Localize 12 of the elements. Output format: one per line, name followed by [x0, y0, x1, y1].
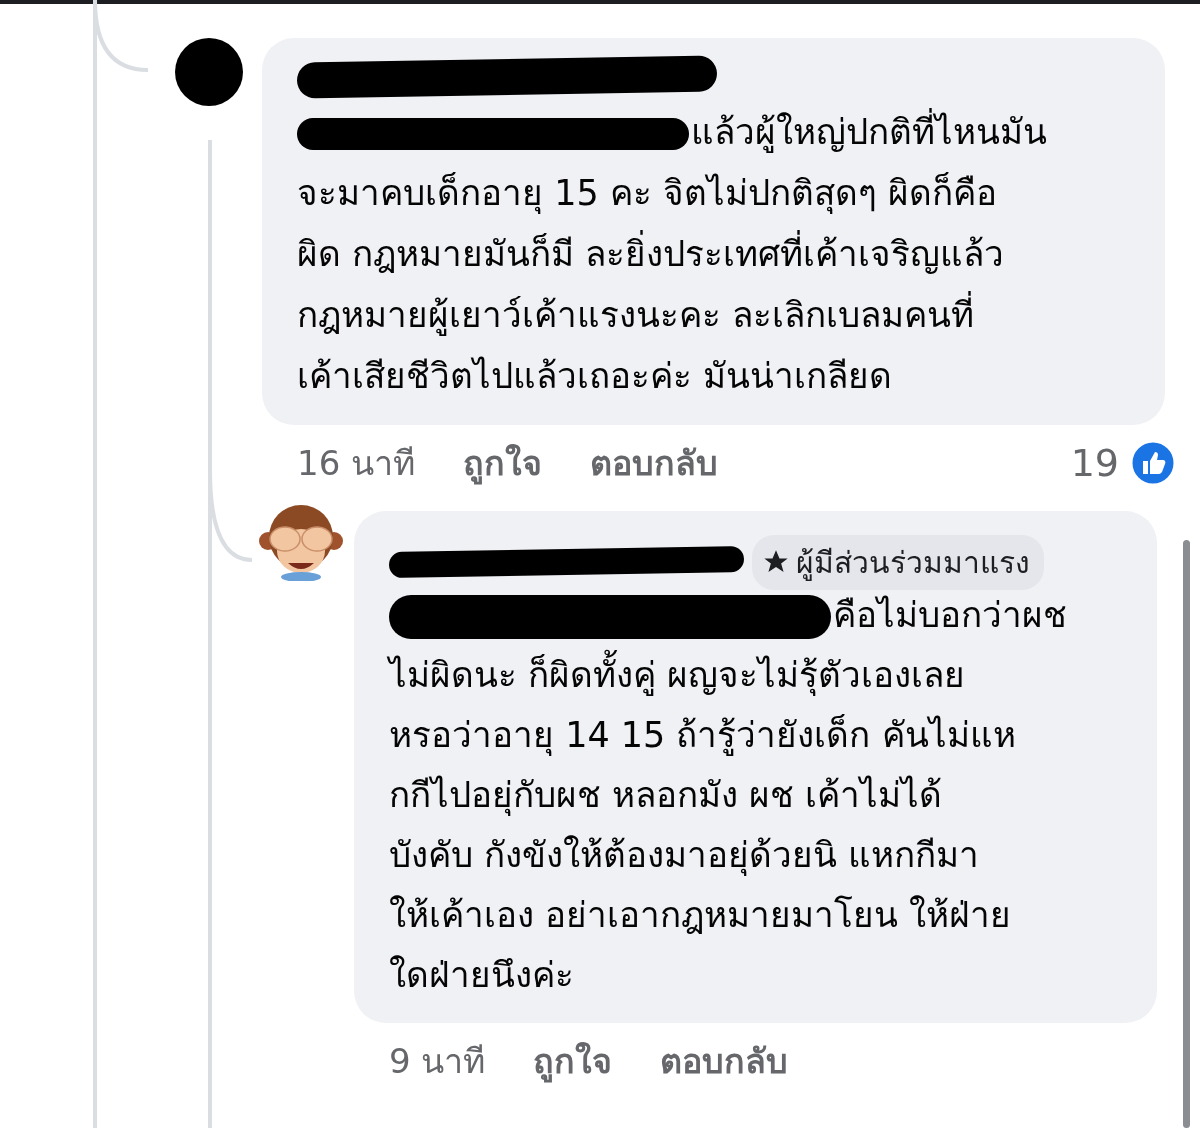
timestamp: 9 นาที	[389, 1040, 486, 1083]
timestamp: 16 นาที	[297, 442, 416, 485]
like-link[interactable]: ถูกใจ	[533, 1034, 613, 1088]
scrollbar[interactable]	[1183, 540, 1190, 1128]
reply-link[interactable]: ตอบกลับ	[590, 436, 719, 490]
badge: ผู้มีส่วนร่วมมาแรง	[752, 534, 1044, 590]
comment-text: แล้วผู้ใหญ่ปกติที่ไหนมัน จะมาคบเด็กอายุ 15 คะ จิตไม่ปกติสุดๆ ผิดก็คือ ผิด กฎหมายมันก็มี ละยิ่งประเทศที่เค้าเจริญแล้ว กฎหมายผู้เยาว์เค้าแรงนะคะ ละเลิกเบลมคนที่ เค้าเสียชีวิตไปแล้วเถอะค่ะ มันน่าเกลียด	[297, 102, 1135, 407]
reaction-count: 19	[1070, 441, 1119, 485]
reply-link[interactable]: ตอบกลับ	[660, 1034, 789, 1088]
thumbs-up-icon	[1129, 439, 1177, 487]
comment-text: คือไม่บอกว่าผช ไม่ผิดนะ ก็ผิดทั้งคู่ ผญจะไม่รุ้ตัวเองเลย หรอว่าอายุ 14 15 ถ้ารู้ว่ายังเด็ก คันไม่แห กกีไปอยุ่กับผช หลอกมัง ผช เค้าไม่ได้ บังคับ กังขังให้ต้องมาอยุ่ด้วยนิ แหกกีมา ให้เค้าเอง อย่าเอากฎหมายมาโยน ให้ฝ่าย ใดฝ่ายนึงค่ะ	[389, 594, 1068, 997]
like-link[interactable]: ถูกใจ	[463, 436, 543, 490]
